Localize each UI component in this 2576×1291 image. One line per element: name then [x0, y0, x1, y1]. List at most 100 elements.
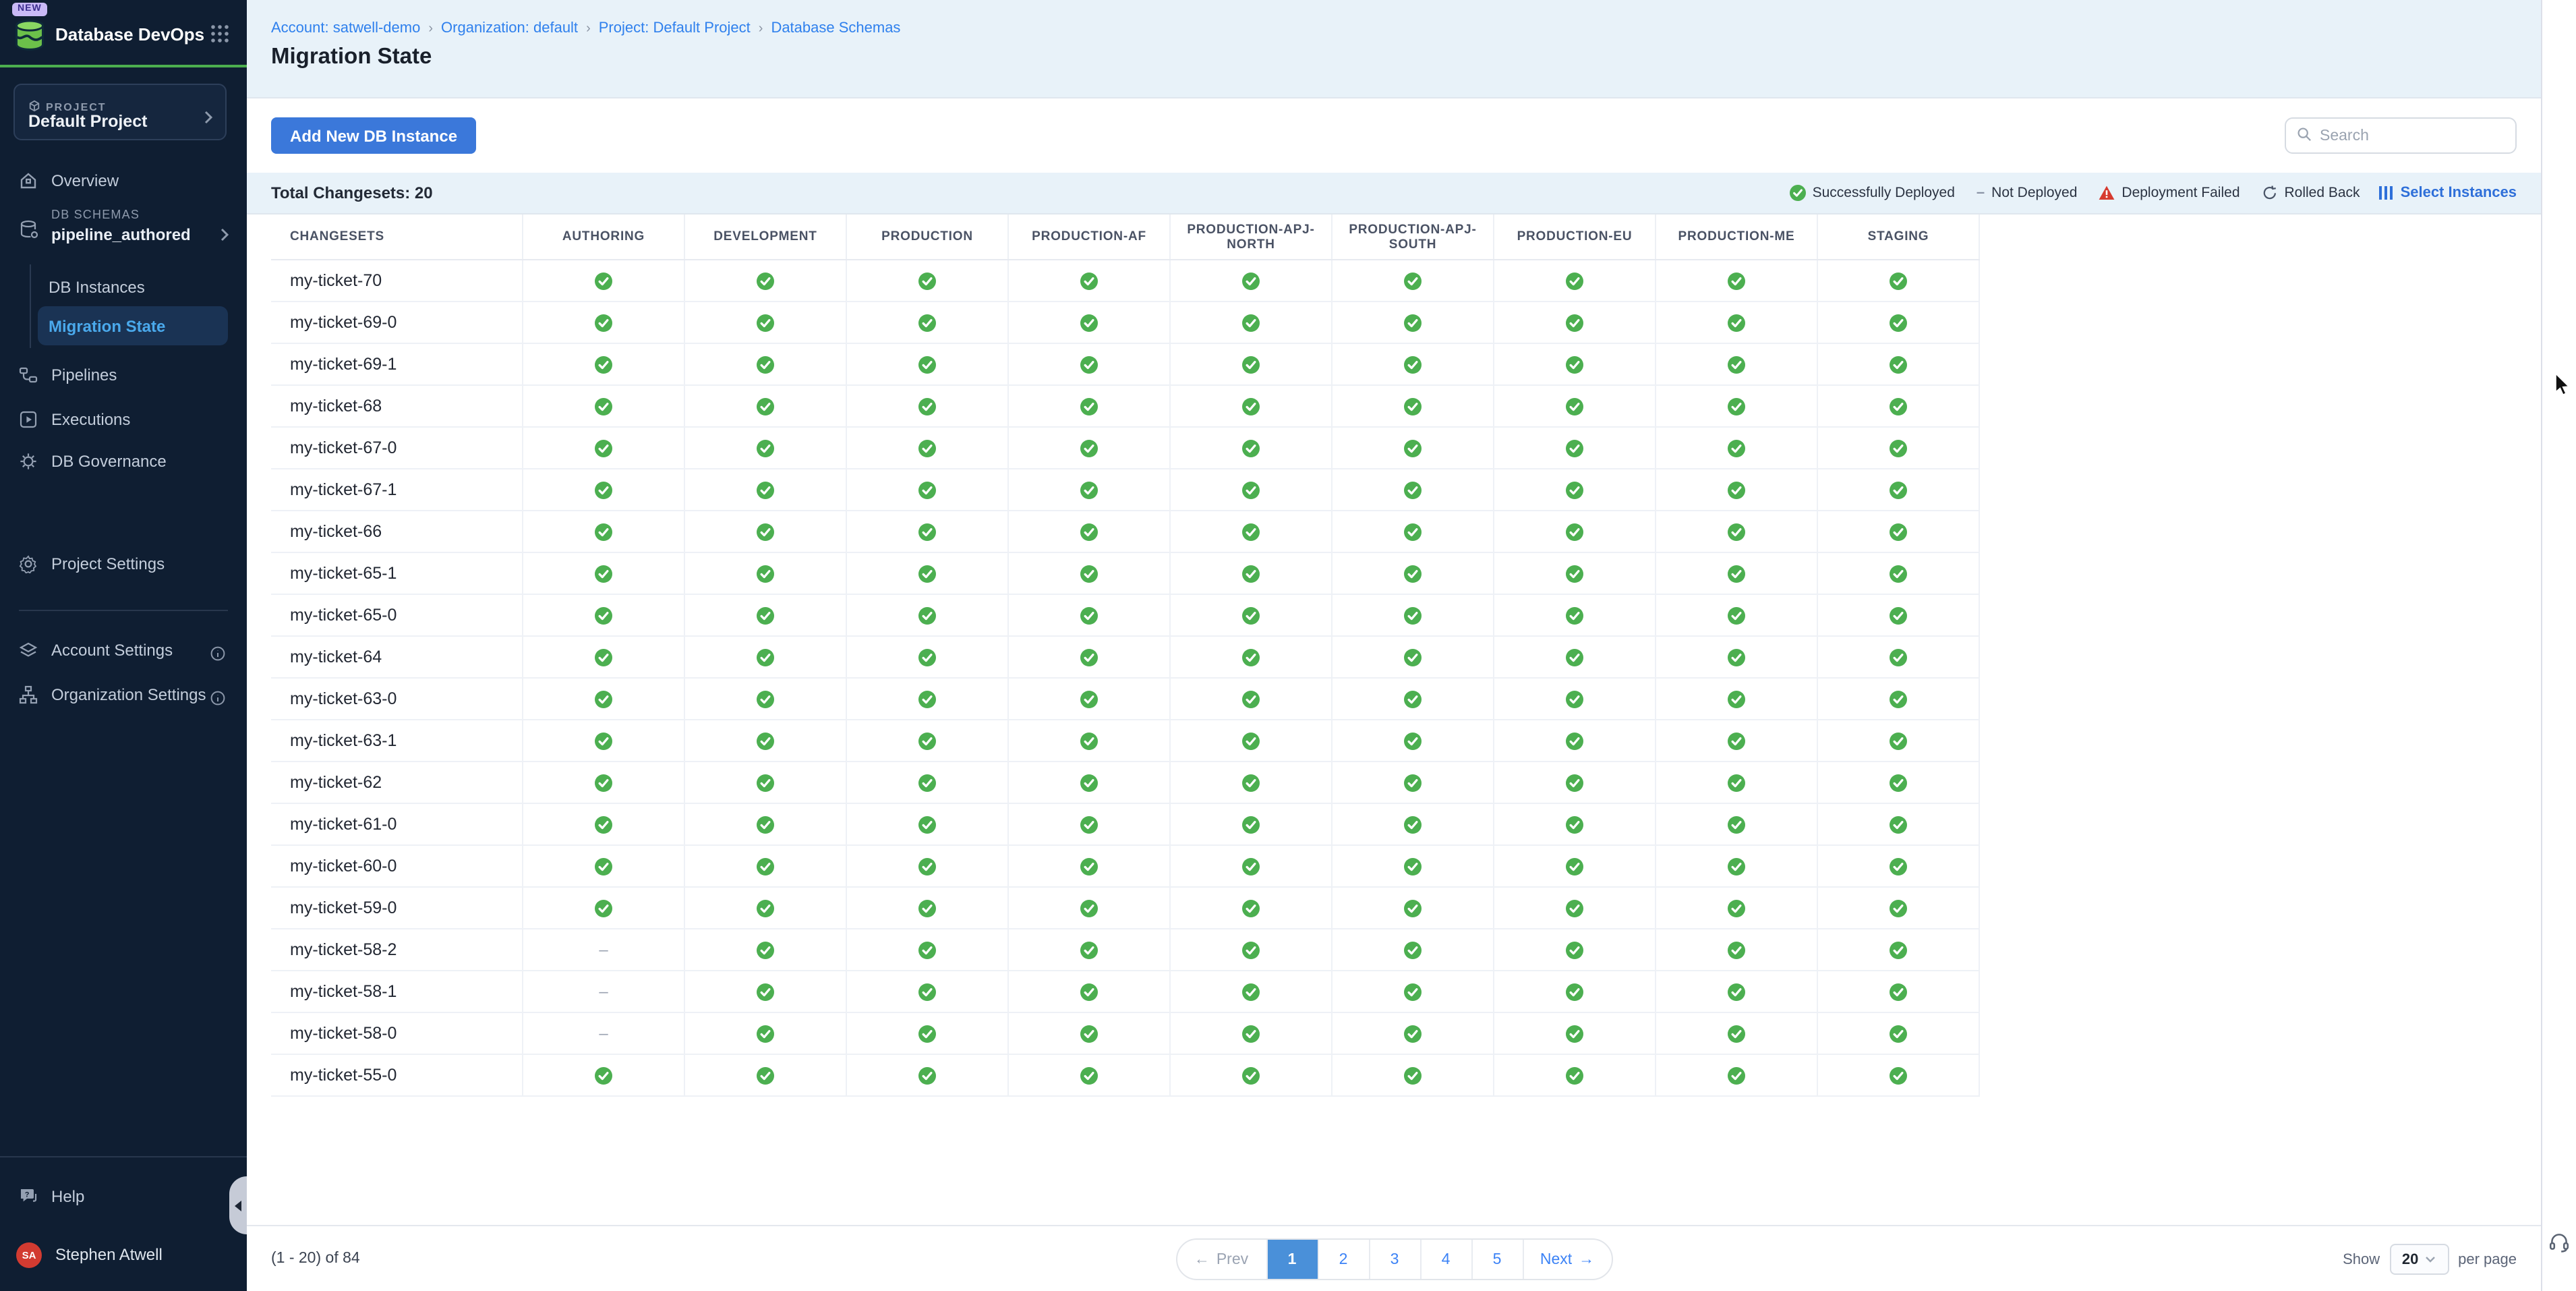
changeset-name[interactable]: my-ticket-65-1 — [271, 553, 523, 594]
status-cell[interactable] — [1656, 846, 1818, 886]
status-cell[interactable]: – — [523, 1013, 685, 1054]
status-cell[interactable] — [847, 637, 1009, 677]
page-button[interactable]: 5 — [1471, 1240, 1522, 1279]
status-cell[interactable] — [685, 344, 847, 384]
status-cell[interactable] — [523, 888, 685, 928]
status-cell[interactable] — [523, 595, 685, 635]
sidebar-item-account-settings[interactable]: Account Settings — [0, 631, 247, 669]
sidebar-collapse-handle[interactable] — [229, 1176, 247, 1234]
changeset-name[interactable]: my-ticket-69-0 — [271, 302, 523, 343]
status-cell[interactable]: – — [523, 971, 685, 1012]
status-cell[interactable] — [1494, 762, 1656, 803]
status-cell[interactable] — [1494, 1055, 1656, 1095]
status-cell[interactable] — [1009, 344, 1171, 384]
status-cell[interactable] — [685, 428, 847, 468]
app-launcher-grid-icon[interactable] — [210, 24, 229, 43]
breadcrumb-link[interactable]: Organization: default — [441, 20, 578, 36]
status-cell[interactable] — [1171, 929, 1333, 970]
status-cell[interactable] — [1171, 720, 1333, 761]
changeset-name[interactable]: my-ticket-64 — [271, 637, 523, 677]
sidebar-item-executions[interactable]: Executions — [0, 401, 247, 438]
column-header[interactable]: PRODUCTION-APJ-NORTH — [1171, 214, 1333, 259]
status-cell[interactable] — [685, 846, 847, 886]
status-cell[interactable] — [1009, 1013, 1171, 1054]
changeset-name[interactable]: my-ticket-62 — [271, 762, 523, 803]
status-cell[interactable] — [1818, 888, 1980, 928]
status-cell[interactable] — [685, 469, 847, 510]
status-cell[interactable] — [523, 260, 685, 301]
changeset-name[interactable]: my-ticket-59-0 — [271, 888, 523, 928]
search-input[interactable] — [2320, 127, 2505, 144]
column-header[interactable]: STAGING — [1818, 214, 1980, 259]
status-cell[interactable] — [1818, 762, 1980, 803]
changeset-name[interactable]: my-ticket-65-0 — [271, 595, 523, 635]
status-cell[interactable] — [1818, 679, 1980, 719]
status-cell[interactable] — [1333, 1013, 1494, 1054]
status-cell[interactable] — [523, 386, 685, 426]
status-cell[interactable] — [1818, 720, 1980, 761]
status-cell[interactable] — [1171, 386, 1333, 426]
status-cell[interactable] — [523, 762, 685, 803]
status-cell[interactable] — [1333, 386, 1494, 426]
status-cell[interactable] — [685, 679, 847, 719]
status-cell[interactable] — [1333, 720, 1494, 761]
status-cell[interactable] — [1171, 1013, 1333, 1054]
status-cell[interactable] — [1818, 344, 1980, 384]
status-cell[interactable] — [1656, 302, 1818, 343]
changeset-name[interactable]: my-ticket-63-0 — [271, 679, 523, 719]
status-cell[interactable] — [523, 679, 685, 719]
search-box[interactable] — [2285, 117, 2517, 154]
status-cell[interactable] — [1656, 929, 1818, 970]
status-cell[interactable] — [1494, 553, 1656, 594]
status-cell[interactable] — [1656, 1013, 1818, 1054]
status-cell[interactable] — [847, 971, 1009, 1012]
status-cell[interactable] — [1171, 804, 1333, 844]
project-selector[interactable]: PROJECT Default Project — [13, 84, 227, 140]
status-cell[interactable] — [1494, 720, 1656, 761]
status-cell[interactable] — [1656, 637, 1818, 677]
status-cell[interactable] — [685, 720, 847, 761]
status-cell[interactable] — [1171, 469, 1333, 510]
status-cell[interactable] — [847, 1013, 1009, 1054]
status-cell[interactable] — [847, 804, 1009, 844]
status-cell[interactable] — [1656, 971, 1818, 1012]
status-cell[interactable] — [1009, 720, 1171, 761]
status-cell[interactable] — [1171, 260, 1333, 301]
status-cell[interactable] — [1656, 511, 1818, 552]
sidebar-item-db-governance[interactable]: DB Governance — [0, 442, 247, 480]
status-cell[interactable] — [685, 637, 847, 677]
status-cell[interactable] — [1009, 804, 1171, 844]
status-cell[interactable] — [1333, 888, 1494, 928]
page-button[interactable]: 3 — [1368, 1240, 1419, 1279]
status-cell[interactable] — [1494, 386, 1656, 426]
status-cell[interactable] — [1656, 720, 1818, 761]
status-cell[interactable] — [847, 260, 1009, 301]
column-header[interactable]: PRODUCTION — [847, 214, 1009, 259]
status-cell[interactable] — [1333, 804, 1494, 844]
select-instances-button[interactable]: Select Instances — [2379, 185, 2517, 201]
status-cell[interactable] — [1171, 428, 1333, 468]
status-cell[interactable] — [1171, 888, 1333, 928]
status-cell[interactable] — [847, 344, 1009, 384]
status-cell[interactable] — [1818, 1055, 1980, 1095]
status-cell[interactable] — [1333, 469, 1494, 510]
status-cell[interactable] — [1009, 260, 1171, 301]
status-cell[interactable] — [1009, 469, 1171, 510]
changeset-name[interactable]: my-ticket-58-1 — [271, 971, 523, 1012]
status-cell[interactable] — [1171, 846, 1333, 886]
status-cell[interactable] — [1656, 679, 1818, 719]
status-cell[interactable] — [1333, 971, 1494, 1012]
status-cell[interactable] — [1494, 804, 1656, 844]
status-cell[interactable] — [1171, 344, 1333, 384]
status-cell[interactable] — [847, 888, 1009, 928]
status-cell[interactable] — [1494, 260, 1656, 301]
status-cell[interactable] — [847, 553, 1009, 594]
column-header[interactable]: PRODUCTION-APJ-SOUTH — [1333, 214, 1494, 259]
status-cell[interactable] — [1494, 428, 1656, 468]
status-cell[interactable] — [1818, 846, 1980, 886]
status-cell[interactable] — [685, 762, 847, 803]
status-cell[interactable] — [685, 511, 847, 552]
status-cell[interactable] — [1333, 679, 1494, 719]
status-cell[interactable] — [523, 302, 685, 343]
status-cell[interactable] — [1494, 679, 1656, 719]
